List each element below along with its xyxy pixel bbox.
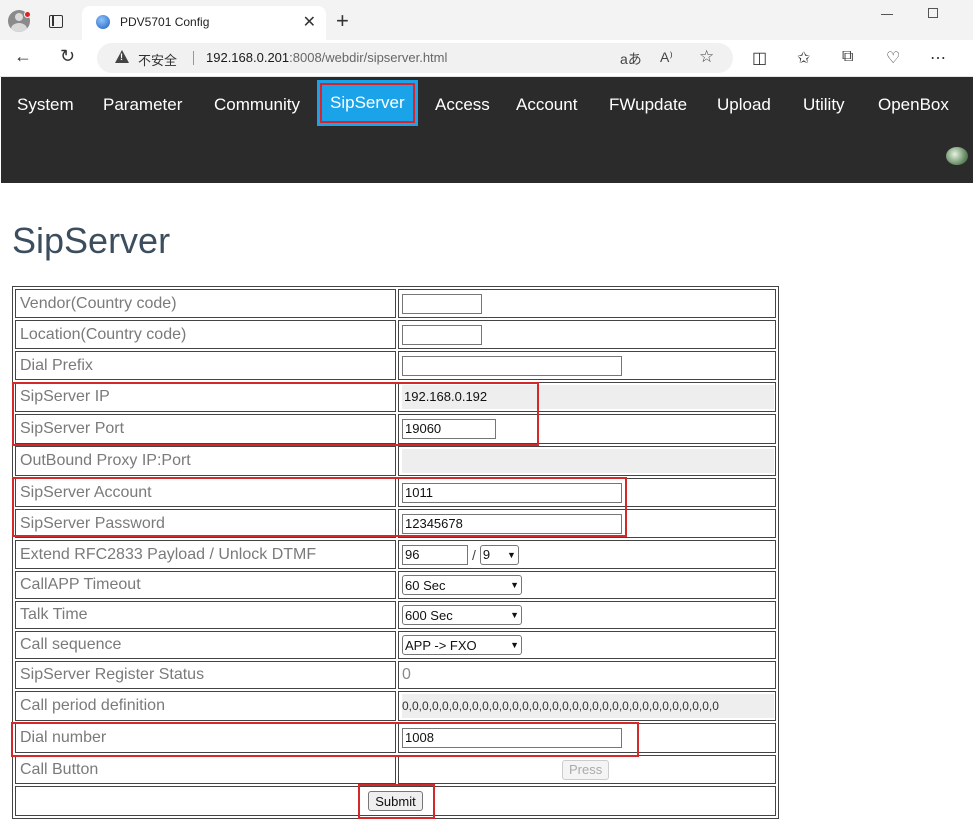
new-tab-icon[interactable]: + bbox=[336, 8, 349, 34]
not-secure-label[interactable]: 不安全 bbox=[138, 50, 177, 69]
table-row: Dial Prefix bbox=[15, 351, 776, 380]
not-secure-warning-icon[interactable] bbox=[115, 50, 129, 63]
window-minimize-icon[interactable] bbox=[881, 14, 893, 15]
vendor-cell bbox=[398, 289, 776, 318]
table-row: Call period definition 0,0,0,0,0,0,0,0,0… bbox=[15, 691, 776, 721]
rfc2833-separator: / bbox=[472, 546, 476, 563]
refresh-icon[interactable]: ↻ bbox=[60, 46, 75, 67]
rfc2833-payload-input[interactable]: 96 bbox=[402, 544, 468, 565]
nav-upload[interactable]: Upload bbox=[717, 85, 771, 131]
talk-time-select[interactable]: 600 Sec ▼ bbox=[402, 605, 522, 625]
page-title: SipServer bbox=[12, 220, 171, 261]
press-button[interactable]: Press bbox=[562, 759, 610, 780]
chevron-down-icon: ▼ bbox=[506, 549, 516, 560]
register-status-value: 0 bbox=[402, 666, 411, 683]
address-bar[interactable]: 不安全 192.168.0.201:8008/webdir/sipserver.… bbox=[97, 43, 733, 73]
vendor-input[interactable] bbox=[402, 293, 482, 314]
highlight-submit bbox=[358, 784, 435, 819]
more-menu-icon[interactable]: ⋯ bbox=[930, 48, 946, 68]
notification-dot bbox=[24, 11, 31, 18]
location-input[interactable] bbox=[402, 324, 482, 345]
tab-actions-icon[interactable] bbox=[49, 15, 63, 28]
nav-sipserver[interactable]: SipServer bbox=[317, 80, 418, 126]
chevron-down-icon: ▼ bbox=[510, 580, 519, 590]
favorites-icon[interactable]: ✩ bbox=[797, 48, 810, 68]
callapp-timeout-select[interactable]: 60 Sec ▼ bbox=[402, 575, 522, 595]
call-period-value: 0,0,0,0,0,0,0,0,0,0,0,0,0,0,0,0,0,0,0,0,… bbox=[402, 694, 774, 718]
call-period-label: Call period definition bbox=[15, 691, 396, 721]
highlight-account-password bbox=[12, 477, 627, 537]
nav-parameter[interactable]: Parameter bbox=[103, 85, 182, 131]
site-favicon-icon bbox=[96, 15, 110, 29]
rfc2833-label: Extend RFC2833 Payload / Unlock DTMF bbox=[15, 540, 396, 569]
callapp-timeout-label: CallAPP Timeout bbox=[15, 571, 396, 599]
call-button-label: Call Button bbox=[15, 755, 396, 784]
tab-title: PDV5701 Config bbox=[120, 15, 210, 29]
callapp-timeout-cell: 60 Sec ▼ bbox=[398, 571, 776, 599]
table-row: Vendor(Country code) bbox=[15, 289, 776, 318]
browser-tabstrip: PDV5701 Config ✕ + bbox=[0, 0, 973, 40]
nav-access[interactable]: Access bbox=[435, 85, 490, 131]
back-icon[interactable]: ← bbox=[14, 46, 32, 67]
call-sequence-cell: APP -> FXO ▼ bbox=[398, 631, 776, 659]
window-maximize-icon[interactable] bbox=[928, 8, 938, 18]
rfc2833-cell: 96 / 9 ▼ bbox=[398, 540, 776, 569]
browser-toolbar: ← ↻ 不安全 192.168.0.201:8008/webdir/sipser… bbox=[0, 40, 973, 77]
site-navbar: System Parameter Community SipServer Acc… bbox=[1, 77, 973, 183]
register-status-label: SipServer Register Status bbox=[15, 661, 396, 689]
translate-icon[interactable]: aあ bbox=[620, 49, 642, 69]
highlight-dial-number bbox=[11, 722, 639, 757]
omnibox-separator bbox=[193, 51, 194, 65]
location-cell bbox=[398, 320, 776, 349]
nav-fwupdate[interactable]: FWupdate bbox=[609, 85, 687, 131]
talk-time-cell: 600 Sec ▼ bbox=[398, 601, 776, 629]
nav-community[interactable]: Community bbox=[214, 85, 300, 131]
table-row: Talk Time 600 Sec ▼ bbox=[15, 601, 776, 629]
browser-essentials-icon[interactable]: ♡ bbox=[886, 48, 900, 68]
unlock-dtmf-select[interactable]: 9 ▼ bbox=[479, 544, 519, 565]
vendor-label: Vendor(Country code) bbox=[15, 289, 396, 318]
table-row: Extend RFC2833 Payload / Unlock DTMF 96 … bbox=[15, 540, 776, 569]
url-text[interactable]: 192.168.0.201:8008/webdir/sipserver.html bbox=[206, 50, 447, 65]
read-aloud-icon[interactable]: A⁾ bbox=[660, 49, 673, 66]
table-row: Call Button Press bbox=[15, 755, 776, 784]
status-orb-icon bbox=[946, 147, 968, 165]
outbound-proxy-label: OutBound Proxy IP:Port bbox=[15, 446, 396, 476]
outbound-proxy-value bbox=[402, 449, 774, 473]
chevron-down-icon: ▼ bbox=[510, 640, 519, 650]
table-row: CallAPP Timeout 60 Sec ▼ bbox=[15, 571, 776, 599]
call-sequence-label: Call sequence bbox=[15, 631, 396, 659]
nav-openbox[interactable]: OpenBox bbox=[878, 85, 949, 131]
browser-tab[interactable]: PDV5701 Config ✕ bbox=[82, 6, 326, 40]
chevron-down-icon: ▼ bbox=[510, 610, 519, 620]
register-status-cell: 0 bbox=[398, 661, 776, 689]
highlight-sip-ip-port bbox=[12, 382, 539, 446]
favorite-star-icon[interactable]: ☆ bbox=[699, 47, 714, 67]
table-row: Call sequence APP -> FXO ▼ bbox=[15, 631, 776, 659]
nav-utility[interactable]: Utility bbox=[803, 85, 845, 131]
dial-prefix-input[interactable] bbox=[402, 355, 622, 376]
dial-prefix-label: Dial Prefix bbox=[15, 351, 396, 380]
split-screen-icon[interactable]: ◫ bbox=[752, 48, 767, 68]
tab-close-icon[interactable]: ✕ bbox=[303, 12, 316, 32]
dial-prefix-cell bbox=[398, 351, 776, 380]
collections-icon[interactable]: ⧉ bbox=[842, 48, 853, 66]
table-row: OutBound Proxy IP:Port bbox=[15, 446, 776, 476]
call-period-cell: 0,0,0,0,0,0,0,0,0,0,0,0,0,0,0,0,0,0,0,0,… bbox=[398, 691, 776, 721]
nav-system[interactable]: System bbox=[17, 85, 74, 131]
nav-account[interactable]: Account bbox=[516, 85, 577, 131]
table-row: SipServer Register Status 0 bbox=[15, 661, 776, 689]
location-label: Location(Country code) bbox=[15, 320, 396, 349]
talk-time-label: Talk Time bbox=[15, 601, 396, 629]
table-row: Location(Country code) bbox=[15, 320, 776, 349]
outbound-proxy-cell bbox=[398, 446, 776, 476]
call-sequence-select[interactable]: APP -> FXO ▼ bbox=[402, 635, 522, 655]
call-button-cell: Press bbox=[398, 755, 776, 784]
